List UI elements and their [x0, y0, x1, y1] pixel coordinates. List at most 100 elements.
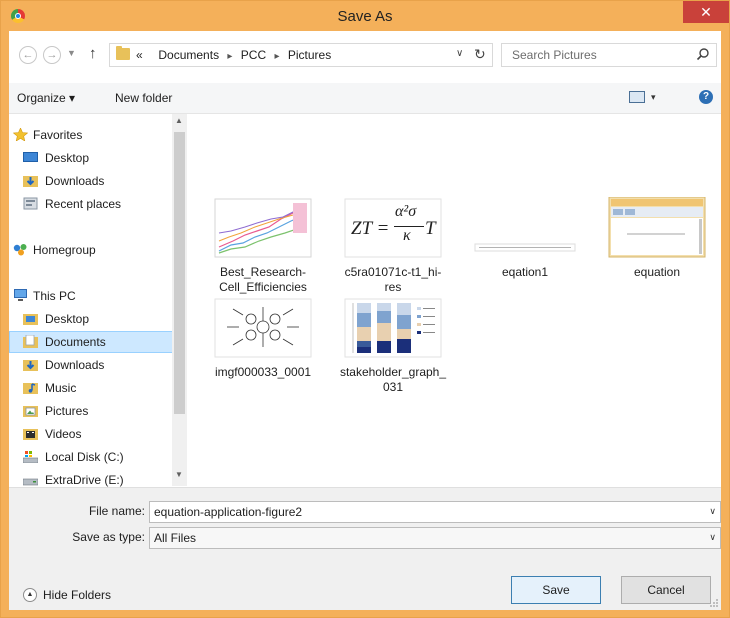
sidebar-item-label: Downloads [45, 174, 105, 188]
desktop-icon [23, 152, 38, 162]
address-bar[interactable]: « Documents ▸ PCC ▸ Pictures ∨ ↻ [109, 43, 493, 67]
homegroup-icon [13, 244, 27, 256]
search-icon[interactable] [696, 47, 710, 61]
cancel-button[interactable]: Cancel [621, 576, 711, 604]
sidebar-item-downloads-pc[interactable]: Downloads [9, 354, 173, 376]
navigation-scrollbar[interactable]: ▲ ▼ [172, 114, 187, 486]
file-name: equation [633, 265, 681, 279]
sidebar-item-local-disk-c[interactable]: Local Disk (C:) [9, 446, 173, 468]
save-button[interactable]: Save [511, 576, 601, 604]
sidebar-item-desktop-folder[interactable]: Desktop [9, 308, 173, 330]
sidebar-item-desktop[interactable]: Desktop [9, 147, 173, 169]
refresh-button[interactable]: ↻ [474, 46, 486, 63]
sidebar-item-recent-places[interactable]: Recent places [9, 193, 173, 215]
scroll-up-arrow[interactable]: ▲ [175, 116, 183, 125]
breadcrumb-separator[interactable]: ▸ [227, 51, 232, 62]
sidebar-item-label: Documents [45, 335, 106, 349]
collapse-arrow-icon: ▲ [23, 588, 37, 602]
file-list[interactable]: Best_Research-Cell_Efficiencies ZT = α²σ… [189, 114, 721, 486]
sidebar-item-label: Favorites [33, 128, 83, 142]
title-bar[interactable]: Save As ✕ [1, 1, 729, 31]
search-placeholder[interactable]: Search Pictures [512, 48, 597, 62]
search-box[interactable]: Search Pictures [501, 43, 717, 67]
sidebar-item-label: Pictures [45, 404, 89, 418]
star-icon [13, 128, 28, 141]
save-as-type-value[interactable]: All Files [154, 531, 196, 545]
sidebar-item-label: Local Disk (C:) [45, 450, 124, 464]
file-name: stakeholder_graph_031 [339, 365, 447, 394]
close-button[interactable]: ✕ [683, 1, 729, 23]
recent-places-icon [23, 197, 38, 210]
breadcrumb-separator[interactable]: ▸ [274, 51, 279, 62]
formula-lhs: ZT = [351, 218, 390, 239]
sidebar-item-music[interactable]: Music [9, 377, 173, 399]
downloads-icon [23, 360, 38, 371]
forward-button[interactable]: → [43, 46, 61, 64]
downloads-icon [23, 176, 38, 187]
computer-icon [14, 289, 27, 301]
sidebar-item-label: Desktop [45, 312, 90, 326]
address-row: ← → ▼ ↑ « Documents ▸ PCC ▸ Pictures ∨ ↻ [9, 31, 721, 83]
folder-icon [116, 46, 130, 60]
save-as-dialog: Save As ✕ ← → ▼ ↑ « Documents ▸ PCC ▸ Pi… [0, 0, 730, 618]
navigation-pane[interactable]: Favorites Desktop Downloads Recent place… [9, 114, 187, 487]
dialog-client: ← → ▼ ↑ « Documents ▸ PCC ▸ Pictures ∨ ↻ [9, 31, 721, 610]
window-title: Save As [337, 8, 393, 25]
breadcrumb-pictures[interactable]: Pictures [288, 48, 331, 62]
scrollbar-thumb[interactable] [174, 132, 185, 414]
save-as-type-dropdown-icon[interactable]: ∨ [709, 532, 716, 543]
file-name: Best_Research-Cell_Efficiencies [219, 265, 307, 294]
file-name-dropdown-icon[interactable]: ∨ [709, 506, 716, 517]
save-as-type-label: Save as type: [72, 530, 145, 544]
recent-locations-button[interactable]: ▼ [67, 48, 76, 58]
back-button[interactable]: ← [19, 46, 37, 64]
sidebar-item-label: Music [45, 381, 77, 395]
scroll-down-arrow[interactable]: ▼ [175, 470, 183, 479]
breadcrumb: « Documents ▸ PCC ▸ Pictures [136, 48, 331, 62]
file-name-label: File name: [88, 504, 145, 518]
formula-denominator: κ [403, 227, 411, 244]
file-name-value[interactable]: equation-application-figure2 [154, 505, 302, 519]
sidebar-item-favorites[interactable]: Favorites [9, 124, 173, 146]
sidebar-item-downloads[interactable]: Downloads [9, 170, 173, 192]
breadcrumb-overflow[interactable]: « [136, 48, 143, 62]
hide-folders-label: Hide Folders [43, 588, 112, 602]
desktop-folder-icon [23, 314, 38, 325]
file-thumbnail [214, 198, 312, 258]
sidebar-item-documents[interactable]: Documents [9, 331, 173, 353]
documents-icon [23, 335, 38, 348]
file-name: imgf000033_0001 [214, 365, 312, 379]
address-dropdown-button[interactable]: ∨ [456, 48, 463, 59]
formula-numerator: α²σ [395, 203, 417, 220]
help-icon[interactable]: ? [699, 90, 713, 104]
music-icon [23, 383, 38, 394]
save-as-type-select[interactable]: All Files ∨ [149, 527, 721, 549]
file-name: c5ra01071c-t1_hi-res [344, 265, 442, 294]
breadcrumb-pcc[interactable]: PCC [241, 48, 266, 62]
sidebar-item-label: This PC [33, 289, 76, 303]
sidebar-item-label: Downloads [45, 358, 105, 372]
drive-icon [23, 451, 38, 463]
sidebar-item-this-pc[interactable]: This PC [9, 285, 173, 307]
sidebar-item-pictures[interactable]: Pictures [9, 400, 173, 422]
change-view-icon[interactable] [629, 91, 645, 103]
save-options-panel: File name: equation-application-figure2 … [9, 487, 721, 610]
breadcrumb-documents[interactable]: Documents [158, 48, 219, 62]
file-thumbnail [214, 298, 312, 358]
new-folder-button[interactable]: New folder [115, 91, 172, 105]
videos-icon [23, 429, 38, 440]
formula-rhs: T [425, 218, 436, 239]
formula-preview: ZT = α²σ κ T [345, 203, 441, 249]
sidebar-item-videos[interactable]: Videos [9, 423, 173, 445]
file-thumbnail [474, 243, 576, 252]
up-button[interactable]: ↑ [89, 45, 97, 62]
view-options-dropdown[interactable]: ▾ [651, 92, 656, 103]
organize-button[interactable]: Organize ▾ [17, 91, 75, 105]
sidebar-item-label: Recent places [45, 197, 122, 211]
drive-icon [23, 478, 38, 486]
command-bar: Organize ▾ New folder ▾ ? [9, 83, 721, 114]
resize-grip-icon[interactable] [709, 598, 719, 608]
sidebar-item-homegroup[interactable]: Homegroup [9, 239, 173, 261]
file-name-field[interactable]: equation-application-figure2 ∨ [149, 501, 721, 523]
sidebar-item-label: Desktop [45, 151, 90, 165]
